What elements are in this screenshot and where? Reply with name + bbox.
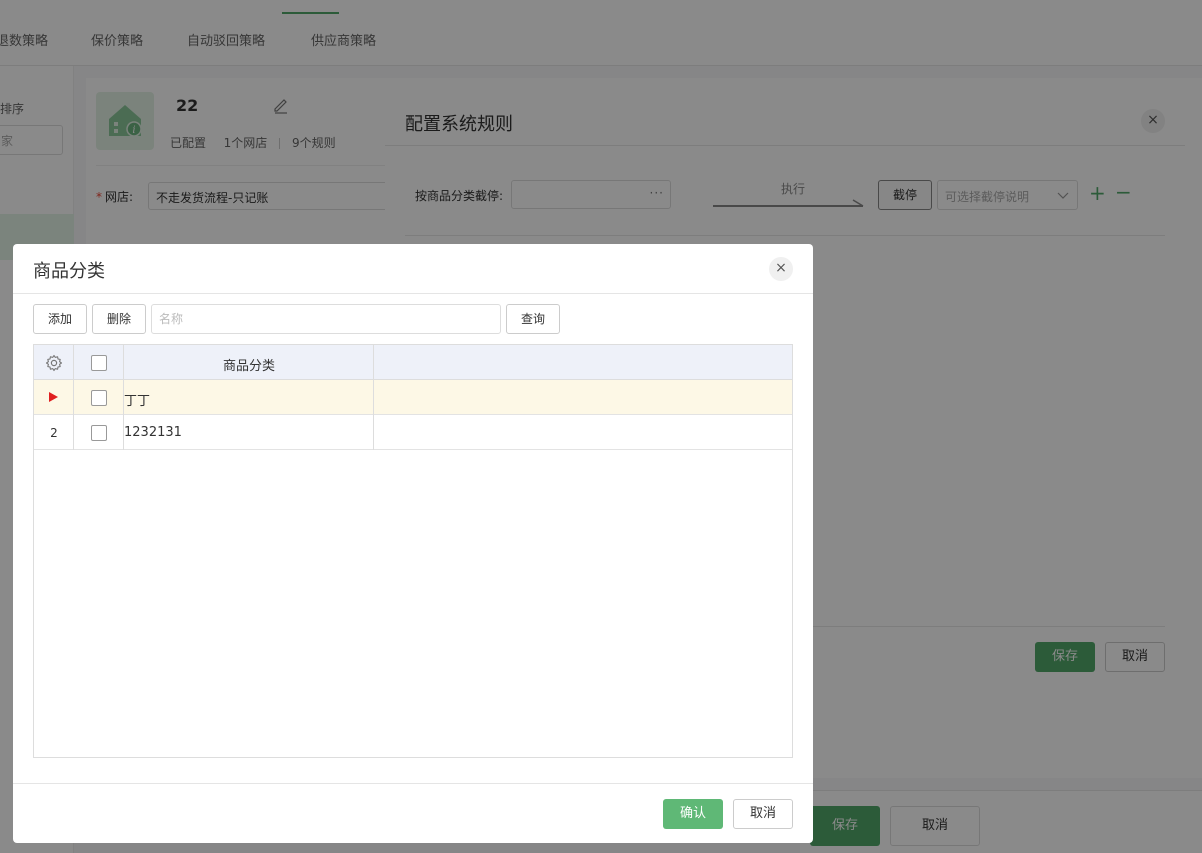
category-cell: 丁丁 [124,394,151,409]
category-table: 商品分类 丁丁 2 1232131 [33,344,793,758]
gear-icon[interactable] [45,354,63,372]
category-dialog-footer-divider [13,783,813,784]
category-column-header-label: 商品分类 [222,359,275,374]
select-all-checkbox[interactable] [91,355,107,371]
table-header: 商品分类 [34,345,792,380]
add-button[interactable]: 添加 [33,304,87,334]
delete-button[interactable]: 删除 [92,304,146,334]
confirm-button[interactable]: 确认 [663,799,723,829]
cancel-button[interactable]: 取消 [733,799,793,829]
table-row[interactable]: 2 1232131 [34,415,792,450]
category-dialog-title: 商品分类 [33,261,105,282]
row-checkbox[interactable] [91,425,107,441]
current-row-marker-icon [49,392,58,402]
category-cell: 1232131 [124,425,182,440]
row-checkbox[interactable] [91,390,107,406]
query-button[interactable]: 查询 [506,304,560,334]
category-dialog-close-icon[interactable]: × [769,257,793,281]
settings-column-header [34,345,74,380]
select-all-column-header [74,345,124,380]
name-search-input[interactable] [151,304,501,334]
table-row[interactable]: 丁丁 [34,380,792,415]
category-dialog-header-divider [13,293,813,294]
row-number: 2 [50,426,58,440]
product-category-dialog: 商品分类 × 添加 删除 查询 商品分类 [13,244,813,843]
